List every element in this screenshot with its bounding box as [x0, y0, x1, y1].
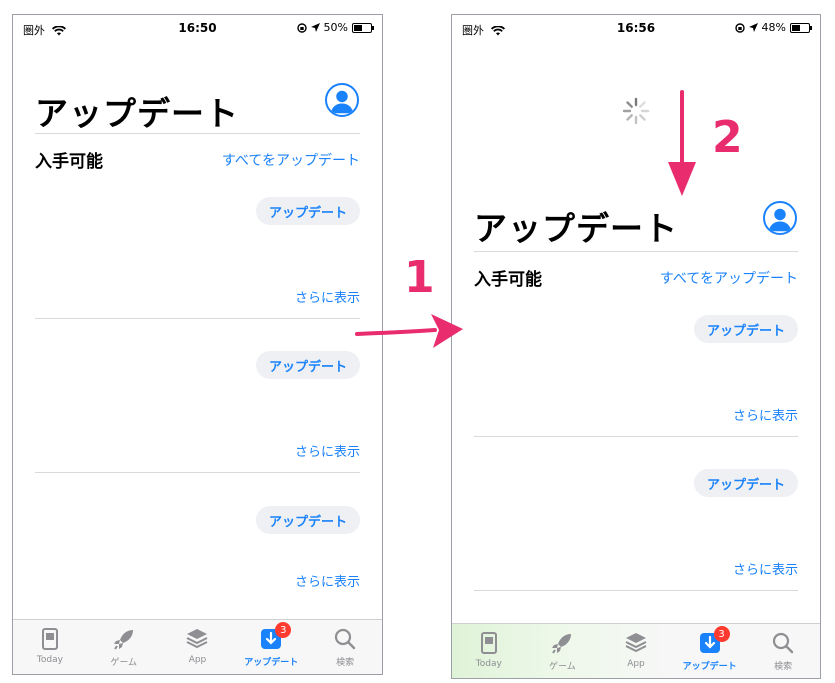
update-button[interactable]: アップデート — [256, 197, 360, 225]
more-link[interactable]: さらに表示 — [733, 559, 798, 578]
tab-label: Today — [36, 655, 63, 665]
today-icon — [480, 632, 497, 654]
tab-bar: Today ゲーム App 3 アップデート 検索 — [452, 623, 820, 678]
search-icon — [334, 628, 356, 650]
phone-screen-after: 圏外 16:56 48% アップデート 入手可能 すべてをアップデート アップデ… — [451, 14, 821, 679]
tab-updates[interactable]: 3 アップデート — [673, 624, 747, 678]
search-icon — [773, 632, 794, 654]
divider — [474, 590, 798, 591]
updates-badge: 3 — [275, 622, 292, 638]
tab-bar: Today ゲーム App 3 アップデート 検索 — [13, 619, 382, 674]
divider — [35, 318, 360, 319]
battery-fill — [792, 24, 800, 31]
tab-label: ゲーム — [110, 658, 138, 668]
tab-label: 検索 — [774, 662, 793, 672]
tab-updates[interactable]: 3 アップデート — [234, 620, 308, 674]
tab-label: Today — [475, 659, 502, 669]
loading-spinner-icon — [622, 97, 650, 125]
location-icon — [748, 22, 758, 32]
update-all-button[interactable]: すべてをアップデート — [222, 150, 360, 170]
page-title: アップデート — [474, 209, 678, 248]
status-bar: 圏外 16:50 50% — [13, 15, 382, 41]
tab-label: 検索 — [336, 658, 355, 668]
section-title: 入手可能 — [35, 152, 103, 172]
tab-today[interactable]: Today — [13, 620, 87, 674]
tab-label: ゲーム — [549, 662, 576, 672]
down-arrow-annotation-icon — [668, 90, 696, 196]
orientation-lock-icon — [296, 22, 307, 33]
tab-search[interactable]: 検索 — [746, 624, 820, 678]
step-number-1: 1 — [404, 252, 435, 303]
divider — [35, 133, 360, 134]
tab-apps[interactable]: App — [599, 624, 673, 678]
phone-screen-before: 圏外 16:50 50% アップデート 入手可能 すべてをアップデート アップデ… — [12, 14, 383, 675]
account-icon[interactable] — [763, 201, 797, 235]
divider — [474, 436, 798, 437]
battery-fill — [354, 24, 362, 31]
update-button[interactable]: アップデート — [694, 469, 798, 497]
tab-label: アップデート — [244, 658, 299, 668]
battery-percent: 50% — [323, 21, 348, 34]
tab-label: App — [188, 655, 207, 665]
tab-today[interactable]: Today — [452, 624, 526, 678]
update-button[interactable]: アップデート — [256, 506, 360, 534]
rocket-icon — [113, 630, 133, 650]
tab-games[interactable]: ゲーム — [87, 620, 161, 674]
update-button[interactable]: アップデート — [256, 351, 360, 379]
more-link[interactable]: さらに表示 — [733, 405, 798, 424]
step-number-2: 2 — [712, 112, 743, 163]
tab-apps[interactable]: App — [161, 620, 235, 674]
rocket-icon — [552, 634, 572, 654]
location-icon — [310, 22, 320, 32]
tab-search[interactable]: 検索 — [308, 620, 382, 674]
today-icon — [41, 628, 58, 650]
battery-icon — [352, 22, 374, 33]
layers-icon — [625, 633, 647, 653]
update-all-button[interactable]: すべてをアップデート — [660, 268, 798, 288]
right-arrow-annotation-icon — [355, 314, 463, 348]
updates-badge: 3 — [713, 626, 730, 642]
orientation-lock-icon — [734, 22, 745, 33]
divider — [35, 472, 360, 473]
tab-label: アップデート — [682, 662, 737, 672]
battery-percent: 48% — [761, 21, 786, 34]
divider — [474, 251, 798, 252]
layers-icon — [187, 629, 208, 649]
tab-label: App — [627, 659, 645, 669]
battery-icon — [790, 22, 812, 33]
more-link[interactable]: さらに表示 — [295, 287, 360, 306]
more-link[interactable]: さらに表示 — [295, 571, 360, 590]
section-title: 入手可能 — [474, 270, 542, 290]
update-button[interactable]: アップデート — [694, 315, 798, 343]
page-title: アップデート — [35, 94, 239, 133]
account-icon[interactable] — [325, 83, 359, 117]
status-bar: 圏外 16:56 48% — [452, 15, 820, 41]
more-link[interactable]: さらに表示 — [295, 441, 360, 460]
tab-games[interactable]: ゲーム — [526, 624, 600, 678]
